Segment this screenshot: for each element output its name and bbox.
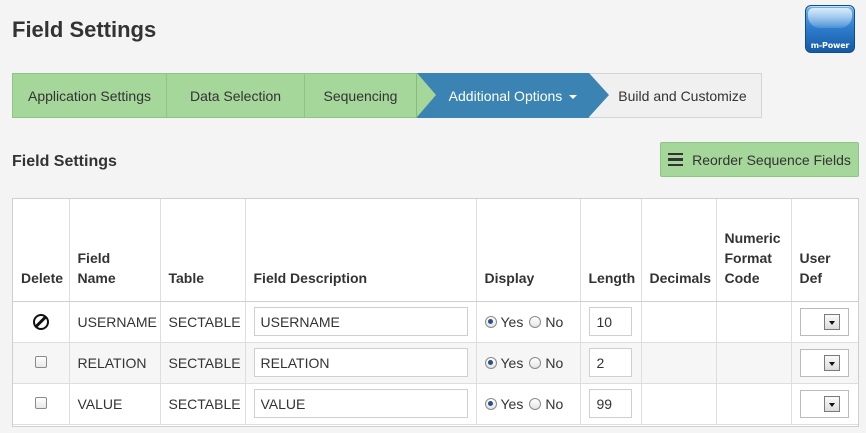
numeric-format-cell [716, 301, 792, 343]
display-no-label: No [545, 313, 564, 330]
display-no-radio[interactable] [529, 356, 542, 369]
logo-text: m-Power [810, 41, 850, 50]
reorder-sequence-fields-button[interactable]: Reorder Sequence Fields [660, 142, 859, 177]
display-no-radio[interactable] [529, 397, 542, 410]
display-yes-label: Yes [500, 354, 524, 371]
step-build-and-customize[interactable]: Build and Customize [589, 73, 762, 118]
decimals-cell [641, 383, 717, 425]
hamburger-icon [668, 152, 684, 167]
display-yes-label: Yes [500, 395, 524, 412]
step-arrow-done [417, 73, 436, 117]
dropdown-arrow-icon [823, 354, 840, 371]
decimals-cell [641, 342, 717, 384]
step-data-selection[interactable]: Data Selection [166, 73, 305, 118]
section-title: Field Settings [12, 153, 117, 170]
length-input[interactable] [588, 389, 632, 418]
delete-checkbox[interactable] [34, 396, 47, 409]
field-settings-table: Delete Field Name Table Field Descriptio… [12, 198, 859, 427]
user-def-select[interactable] [799, 389, 849, 418]
numeric-format-cell [716, 342, 792, 384]
display-no-radio[interactable] [529, 315, 542, 328]
length-input[interactable] [588, 307, 632, 336]
step-label: Application Settings [28, 87, 151, 104]
field-description-input[interactable] [253, 348, 468, 377]
header-field-description: Field Description [245, 199, 477, 302]
page-title: Field Settings [12, 17, 157, 42]
step-label: Build and Customize [618, 87, 747, 104]
user-def-select[interactable] [799, 348, 849, 377]
user-def-select[interactable] [799, 307, 849, 336]
display-yes-radio[interactable] [484, 315, 497, 328]
header-display: Display [476, 199, 581, 302]
step-label: Additional Options [448, 87, 563, 104]
caret-down-icon [569, 94, 578, 99]
header-decimals: Decimals [641, 199, 717, 302]
table-cell: SECTABLE [160, 342, 246, 384]
length-input[interactable] [588, 348, 632, 377]
header-delete: Delete [13, 199, 70, 302]
logo-gloss [808, 8, 852, 28]
mpower-logo: m-Power [805, 5, 855, 53]
wizard-steps: Application Settings Data Selection Sequ… [12, 73, 762, 118]
header-table: Table [160, 199, 246, 302]
field-name-cell: RELATION [69, 342, 161, 384]
step-sequencing[interactable]: Sequencing [304, 73, 417, 118]
display-no-label: No [545, 395, 564, 412]
numeric-format-cell [716, 383, 792, 425]
header-numeric-format-code: Numeric Format Code [716, 199, 792, 302]
step-arrow-overlay [589, 73, 609, 117]
step-additional-options[interactable]: Additional Options [417, 73, 589, 118]
field-name-cell: VALUE [69, 383, 161, 425]
table-row: RELATION SECTABLE Yes No [13, 342, 858, 384]
field-name-cell: USERNAME [69, 301, 161, 343]
reorder-button-label: Reorder Sequence Fields [692, 151, 851, 168]
header-length: Length [580, 199, 642, 302]
display-yes-label: Yes [500, 313, 524, 330]
display-yes-radio[interactable] [484, 356, 497, 369]
delete-checkbox[interactable] [34, 355, 47, 368]
table-header-row: Delete Field Name Table Field Descriptio… [13, 199, 858, 302]
table-cell: SECTABLE [160, 383, 246, 425]
table-row: USERNAME SECTABLE Yes No [13, 301, 858, 343]
step-label: Sequencing [323, 87, 398, 104]
dropdown-arrow-icon [823, 313, 840, 330]
table-cell: SECTABLE [160, 301, 246, 343]
field-description-input[interactable] [253, 307, 468, 336]
dropdown-arrow-icon [823, 395, 840, 412]
decimals-cell [641, 301, 717, 343]
table-row: VALUE SECTABLE Yes No [13, 383, 858, 425]
header-field-name: Field Name [69, 199, 161, 302]
field-description-input[interactable] [253, 389, 468, 418]
display-no-label: No [545, 354, 564, 371]
step-label: Data Selection [189, 87, 282, 104]
not-allowed-icon [32, 314, 49, 331]
step-application-settings[interactable]: Application Settings [12, 73, 167, 118]
header-user-def: User Def [791, 199, 858, 302]
display-yes-radio[interactable] [484, 397, 497, 410]
